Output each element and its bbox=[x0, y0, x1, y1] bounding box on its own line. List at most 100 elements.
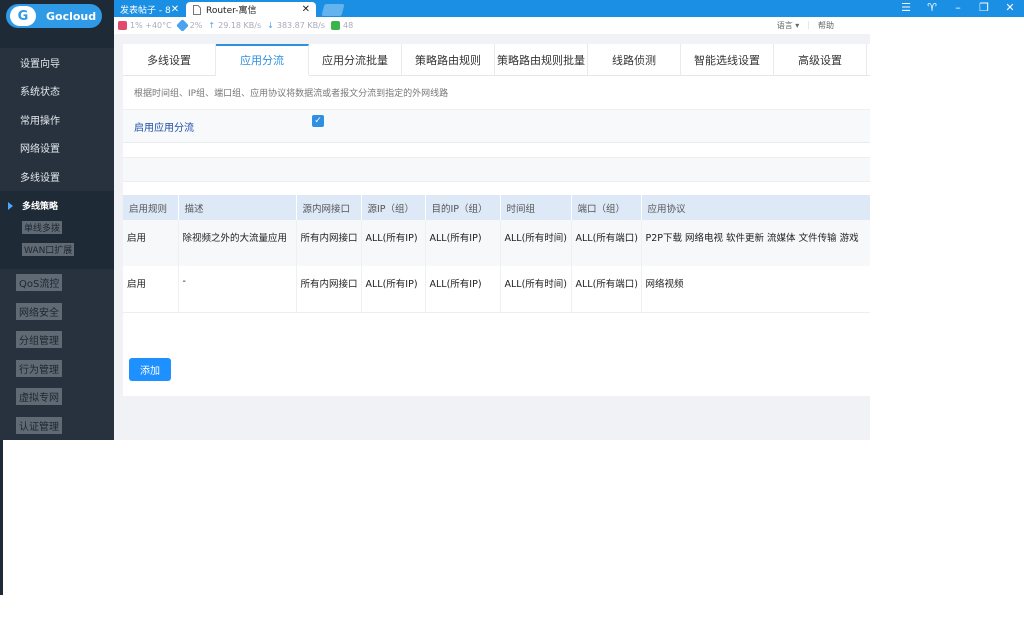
memory-icon bbox=[175, 19, 189, 32]
router-status-bar: 1% +40°C 2% ↑ 29.18 KB/s ↓ 383.87 KB/s 48 … bbox=[114, 17, 870, 34]
upload-status: ↑ 29.18 KB/s bbox=[208, 21, 261, 30]
sidebar: 设置向导 系统状态 常用操作 网络设置 多线设置 多线策略 单线多拨 WAN口扩… bbox=[0, 48, 114, 440]
sidebar-item-behavior-mgmt[interactable]: 行为管理 bbox=[0, 354, 114, 383]
close-icon[interactable]: ✕ bbox=[1004, 1, 1016, 14]
sidebar-item-label: 分组管理 bbox=[16, 331, 62, 349]
column-header: 源IP（组） bbox=[361, 195, 426, 220]
enable-option-row: 启用应用分流 ✓ bbox=[123, 110, 870, 143]
close-icon[interactable]: ✕ bbox=[302, 4, 310, 15]
minimize-icon[interactable]: – bbox=[952, 1, 964, 14]
sidebar-item-label: 认证管理 bbox=[16, 416, 62, 434]
help-link[interactable]: 帮助 bbox=[818, 20, 834, 31]
browser-titlebar: 【新提醒】发表帖子 - 8 ✕ Router-寓信 ✕ ☰ ♈ – ❐ ✕ bbox=[0, 0, 1024, 17]
spacer bbox=[123, 143, 870, 157]
column-header: 描述 bbox=[178, 195, 297, 220]
router-app: 1% +40°C 2% ↑ 29.18 KB/s ↓ 383.87 KB/s 48 … bbox=[0, 0, 871, 440]
spacer bbox=[123, 182, 870, 195]
cpu-icon bbox=[118, 21, 127, 30]
table-cell: 除视频之外的大流量应用 bbox=[178, 220, 297, 266]
description-text: 根据时间组、IP组、端口组、应用协议将数据流或者报文分流到指定的外网线路 bbox=[123, 76, 870, 110]
add-button[interactable]: 添加 bbox=[129, 358, 171, 381]
sidebar-item-common-ops[interactable]: 常用操作 bbox=[0, 105, 114, 134]
checkmark-icon: ✓ bbox=[314, 116, 322, 126]
column-header: 目的IP（组） bbox=[425, 195, 501, 220]
sessions-status: 48 bbox=[331, 21, 353, 30]
tab-policy-routing-batch[interactable]: 策略路由规则批量 bbox=[495, 44, 588, 75]
browser-tab-label: Router-寓信 bbox=[206, 6, 257, 16]
browser-tab-router[interactable]: Router-寓信 ✕ bbox=[186, 2, 316, 17]
table-cell: 所有内网接口 bbox=[296, 220, 362, 266]
download-value: 383.87 KB/s bbox=[276, 21, 325, 30]
mem-status: 2% bbox=[175, 19, 202, 32]
cpu-value: 1% +40°C bbox=[130, 21, 172, 30]
tab-app-split-batch[interactable]: 应用分流批量 bbox=[309, 44, 402, 75]
table-cell: ALL(所有IP) bbox=[425, 220, 501, 266]
tab-line-detection[interactable]: 线路侦测 bbox=[588, 44, 681, 75]
app-split-panel: 多线设置 应用分流 应用分流批量 策略路由规则 策略路由规则批量 线路侦测 智能… bbox=[123, 44, 871, 396]
sidebar-item-security[interactable]: 网络安全 bbox=[0, 297, 114, 326]
tab-policy-routing-rules[interactable]: 策略路由规则 bbox=[402, 44, 495, 75]
window-controls: ☰ ♈ – ❐ ✕ bbox=[900, 1, 1016, 14]
sidebar-item-system-status[interactable]: 系统状态 bbox=[0, 77, 114, 106]
sidebar-item-label: 网络安全 bbox=[16, 302, 62, 320]
sidebar-item-network-settings[interactable]: 网络设置 bbox=[0, 134, 114, 163]
sidebar-item-label: QoS流控 bbox=[16, 274, 63, 292]
brand-name: Gocloud bbox=[46, 9, 97, 23]
enable-app-split-checkbox[interactable]: ✓ bbox=[312, 115, 324, 127]
sidebar-item-group-mgmt[interactable]: 分组管理 bbox=[0, 326, 114, 355]
page-icon bbox=[192, 4, 202, 15]
subitem-label: WAN口扩展 bbox=[22, 243, 75, 256]
toolbar-strip bbox=[123, 157, 870, 182]
column-header: 时间组 bbox=[500, 195, 572, 220]
table-cell: ALL(所有时间) bbox=[500, 266, 572, 313]
column-header: 启用规则 bbox=[123, 195, 179, 220]
table-header-row: 启用规则 描述 源内网接口 源IP（组） 目的IP（组） 时间组 端口（组） 应… bbox=[123, 195, 871, 220]
window-edge bbox=[0, 440, 3, 595]
subitem-label: 单线多拨 bbox=[22, 221, 63, 234]
cloud-logo-icon: G bbox=[10, 6, 36, 26]
download-icon: ↓ bbox=[267, 21, 274, 30]
table-cell: 启用 bbox=[123, 266, 179, 313]
tab-bar: 多线设置 应用分流 应用分流批量 策略路由规则 策略路由规则批量 线路侦测 智能… bbox=[123, 44, 870, 76]
table-cell: ALL(所有IP) bbox=[361, 266, 426, 313]
upload-value: 29.18 KB/s bbox=[218, 21, 262, 30]
upload-icon: ↑ bbox=[208, 21, 216, 30]
tab-advanced-settings[interactable]: 高级设置 bbox=[774, 44, 867, 75]
sidebar-item-vpn[interactable]: 虚拟专网 bbox=[0, 383, 114, 412]
tab-app-split[interactable]: 应用分流 bbox=[216, 44, 309, 76]
sidebar-item-auth-mgmt[interactable]: 认证管理 bbox=[0, 411, 114, 440]
table-row[interactable]: 启用 除视频之外的大流量应用 所有内网接口 ALL(所有IP) ALL(所有IP… bbox=[123, 220, 871, 266]
enable-option-label: 启用应用分流 bbox=[123, 110, 870, 143]
sidebar-item-qos[interactable]: QoS流控 bbox=[0, 269, 114, 298]
restore-icon[interactable]: ❐ bbox=[978, 1, 990, 14]
language-dropdown[interactable]: 语言 ▾ bbox=[777, 20, 800, 31]
close-icon[interactable]: ✕ bbox=[171, 4, 179, 15]
column-header: 源内网接口 bbox=[296, 195, 362, 220]
sidebar-subitem-multiline-policy[interactable]: 多线策略 bbox=[0, 195, 114, 217]
blank-right-area bbox=[870, 17, 1024, 640]
table-row[interactable]: 启用 - 所有内网接口 ALL(所有IP) ALL(所有IP) ALL(所有时间… bbox=[123, 266, 871, 313]
table-cell: ALL(所有端口) bbox=[571, 220, 642, 266]
download-status: ↓ 383.87 KB/s bbox=[267, 21, 325, 30]
sidebar-submenu: 多线策略 单线多拨 WAN口扩展 bbox=[0, 190, 114, 269]
table-cell: ALL(所有IP) bbox=[361, 220, 426, 266]
tab-smart-line-selection[interactable]: 智能选线设置 bbox=[681, 44, 774, 75]
table-cell: - bbox=[178, 266, 297, 313]
table-cell: ALL(所有端口) bbox=[571, 266, 642, 313]
menu-icon[interactable]: ☰ bbox=[900, 1, 912, 14]
sidebar-subitem-single-multidial[interactable]: 单线多拨 bbox=[0, 217, 114, 239]
blank-bottom-area bbox=[0, 440, 870, 640]
sidebar-item-setup-wizard[interactable]: 设置向导 bbox=[0, 48, 114, 77]
tab-multiline-settings[interactable]: 多线设置 bbox=[123, 44, 216, 75]
sidebar-item-multiline-settings[interactable]: 多线设置 bbox=[0, 162, 114, 191]
sidebar-item-label: 虚拟专网 bbox=[16, 388, 62, 406]
skin-icon[interactable]: ♈ bbox=[926, 1, 938, 14]
table-cell: 网络视频 bbox=[641, 266, 871, 313]
sessions-value: 48 bbox=[343, 21, 354, 30]
table-cell: P2P下载 网络电视 软件更新 流媒体 文件传输 游戏 bbox=[641, 220, 871, 266]
rules-table: 启用规则 描述 源内网接口 源IP（组） 目的IP（组） 时间组 端口（组） 应… bbox=[123, 195, 871, 313]
new-tab-button[interactable] bbox=[321, 4, 345, 16]
main-content: 多线设置 应用分流 应用分流批量 策略路由规则 策略路由规则批量 线路侦测 智能… bbox=[114, 34, 871, 440]
table-cell: 启用 bbox=[123, 220, 179, 266]
sidebar-subitem-wan-expand[interactable]: WAN口扩展 bbox=[0, 239, 114, 261]
